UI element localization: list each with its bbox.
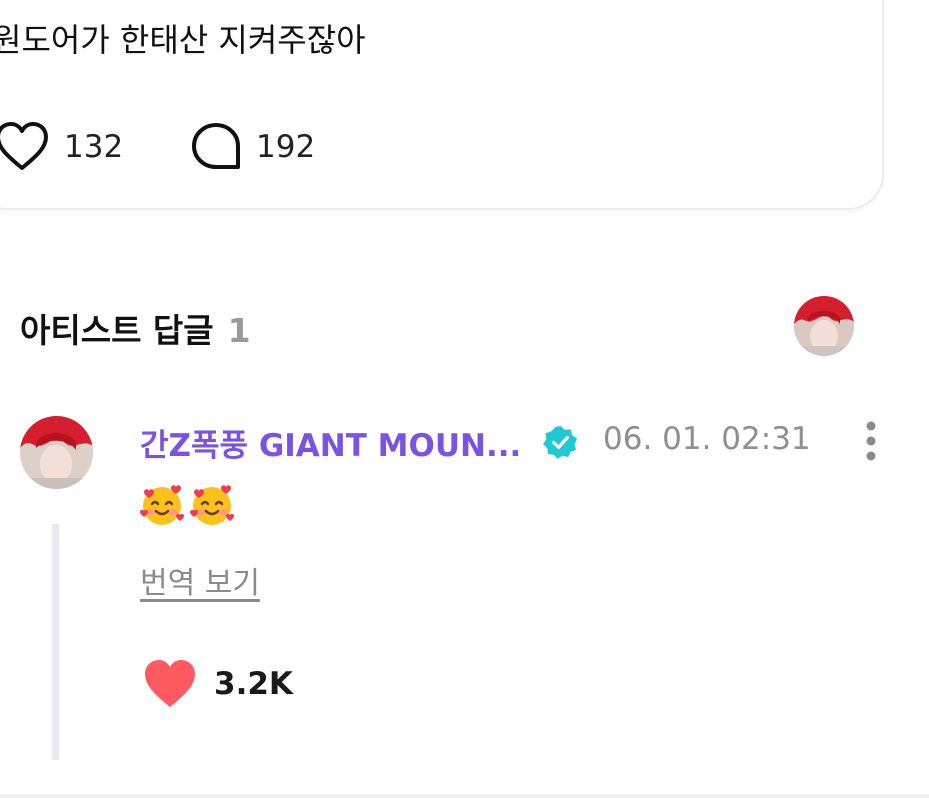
- post-like-count: 132: [64, 129, 124, 165]
- bottom-divider: [0, 794, 929, 798]
- avatar-image: [20, 416, 93, 489]
- smiling-face-with-hearts-icon: [190, 485, 234, 525]
- artist-replies-count: 1: [227, 311, 251, 350]
- avatar-image: [794, 296, 854, 356]
- translate-link[interactable]: 번역 보기: [140, 558, 260, 602]
- reply-author-avatar[interactable]: [20, 416, 93, 489]
- reply-author-name[interactable]: 간Z폭풍 GIANT MOUN...: [140, 420, 521, 465]
- post-comment-count: 192: [256, 129, 316, 165]
- reply-content: [138, 480, 236, 528]
- reply-like-count: 3.2K: [214, 666, 293, 702]
- reply-like-button[interactable]: 3.2K: [142, 656, 293, 712]
- thread-line: [52, 524, 59, 760]
- verified-badge-icon: [543, 425, 578, 460]
- post-comment-button[interactable]: 192: [190, 120, 315, 174]
- artist-replies-header: 아티스트 답글 1: [20, 304, 251, 352]
- heart-outline-icon: [0, 122, 48, 170]
- artist-replies-title: 아티스트 답글: [20, 311, 214, 350]
- artist-avatar-header[interactable]: [794, 296, 854, 356]
- post-card: 원도어가 한태산 지켜주잖아 132 192: [0, 0, 884, 210]
- post-text: 원도어가 한태산 지켜주잖아: [0, 21, 366, 59]
- reply-timestamp: 06. 01. 02:31: [603, 421, 811, 457]
- smiling-face-with-hearts-icon: [140, 485, 184, 525]
- speech-bubble-icon: [192, 123, 240, 169]
- heart-filled-icon: [145, 660, 195, 707]
- post-like-button[interactable]: 132: [0, 120, 123, 174]
- more-vertical-icon[interactable]: [858, 420, 884, 462]
